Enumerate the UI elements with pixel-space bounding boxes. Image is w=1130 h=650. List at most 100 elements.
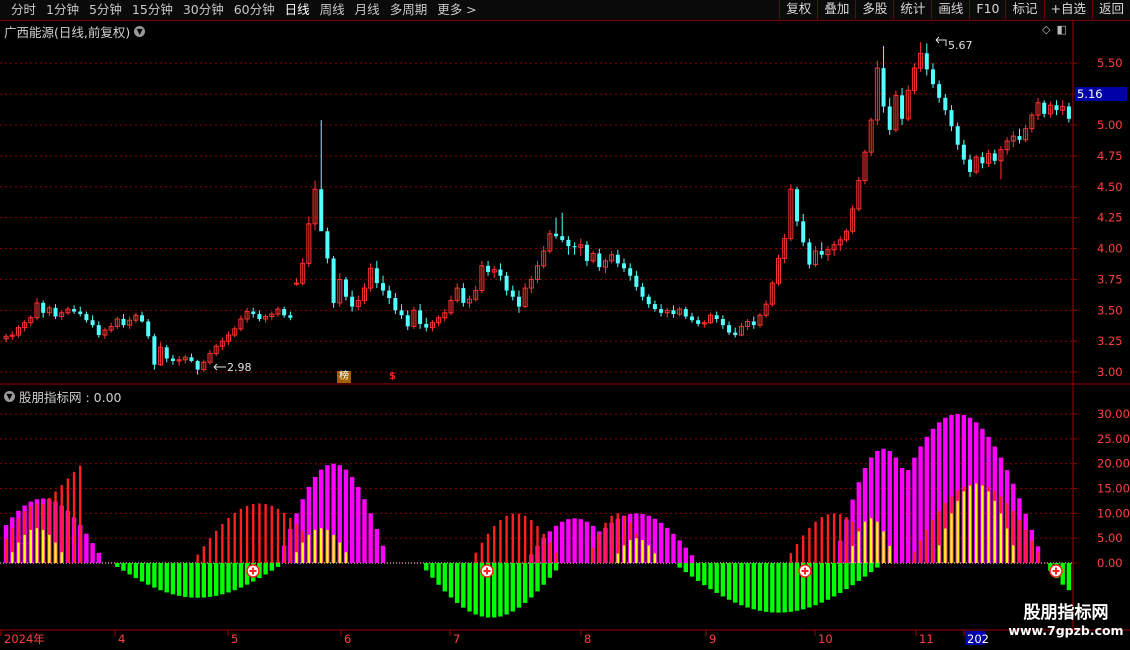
candle-body-down — [516, 296, 521, 307]
candle-body-down — [96, 325, 101, 336]
indicator-bar-red — [79, 465, 82, 563]
indicator-bar-red — [554, 552, 558, 563]
indicator-bar-green — [856, 563, 862, 581]
candle-body-down — [615, 254, 620, 264]
indicator-bar-red — [1018, 520, 1021, 563]
indicator-title: 股朋指标网 : 0.00 — [19, 390, 122, 405]
indicator-bar-yellow — [999, 513, 1003, 563]
indicator-bar-magenta — [899, 468, 905, 563]
candle-body-down — [795, 189, 800, 222]
dollar-badge[interactable]: $ — [389, 371, 396, 383]
rank-badge[interactable]: 榜 — [337, 371, 351, 383]
candle-body-down — [714, 315, 719, 319]
indicator-title-bar[interactable]: ▼ 股朋指标网 : 0.00 — [4, 387, 122, 406]
candle-body-down — [84, 314, 89, 321]
indicator-bar-green — [275, 563, 281, 567]
watermark: 股朋指标网 www.7gpzb.com — [1004, 603, 1128, 639]
chevron-down-icon[interactable]: ▼ — [4, 391, 15, 402]
indicator-bar-yellow — [307, 534, 311, 563]
main-y-tick-label: 3.50 — [1097, 303, 1123, 317]
indicator-bar-green — [183, 563, 188, 597]
indicator-bar-red — [499, 519, 502, 563]
indicator-bar-green — [695, 563, 701, 581]
candle-body-down — [393, 297, 398, 311]
indicator-bar-yellow — [48, 534, 51, 563]
candle-body-down — [689, 316, 694, 321]
indicator-bar-magenta — [96, 552, 101, 563]
candle-body-down — [696, 320, 701, 324]
indicator-bar-yellow — [54, 542, 57, 563]
candle-body-down — [572, 246, 577, 248]
candle-body-down — [498, 269, 503, 276]
indicator-bar-yellow — [851, 545, 854, 563]
indicator-bar-green — [220, 563, 225, 595]
indicator-bar-yellow — [641, 540, 644, 563]
indicator-bar-red — [4, 538, 8, 563]
indicator-bar-yellow — [888, 545, 891, 563]
indicator-bar-green — [226, 563, 231, 593]
indicator-bar-yellow — [326, 529, 329, 563]
indicator-bar-green — [782, 563, 787, 613]
x-axis-label: 8 — [584, 632, 591, 646]
indicator-bar-red — [60, 485, 63, 563]
indicator-bar-green — [733, 563, 738, 603]
indicator-y-tick-label: 10.00 — [1097, 506, 1130, 520]
indicator-bar-red — [814, 521, 817, 563]
indicator-bar-red — [604, 522, 607, 563]
indicator-bar-green — [146, 563, 151, 585]
candle-body-down — [1054, 105, 1059, 111]
stock-title-bar[interactable]: 广西能源(日线,前复权) ▼ — [4, 22, 146, 41]
candle-body-down — [1017, 136, 1022, 140]
candle-body-down — [751, 321, 756, 326]
indicator-bar-green — [115, 563, 120, 567]
indicator-bar-yellow — [332, 534, 335, 563]
candle-body-down — [41, 302, 46, 313]
indicator-bar-yellow — [956, 500, 959, 563]
indicator-bar-red — [795, 543, 799, 563]
indicator-bar-green — [201, 563, 207, 598]
indicator-y-tick-label: 30.00 — [1097, 407, 1130, 421]
indicator-bar-red — [845, 517, 848, 563]
candle-body-down — [727, 325, 732, 333]
main-y-tick-label: 4.75 — [1097, 149, 1123, 163]
indicator-bar-yellow — [975, 483, 978, 563]
diamond-icon[interactable]: ◇ — [1042, 23, 1050, 36]
low-arrow-icon — [213, 363, 226, 371]
indicator-bar-red — [1030, 540, 1034, 563]
indicator-bar-green — [751, 563, 756, 610]
indicator-bar-green — [683, 563, 689, 573]
indicator-bar-yellow — [857, 531, 861, 563]
indicator-bar-magenta — [572, 518, 577, 563]
candle-body-down — [510, 290, 515, 297]
candle-body-down — [325, 231, 330, 259]
candle-body-down — [140, 315, 145, 322]
indicator-bar-green — [522, 563, 528, 603]
indicator-bar-red — [245, 505, 249, 563]
chevron-down-icon[interactable]: ▼ — [134, 26, 146, 37]
window-toggle-icon[interactable]: ◧ — [1056, 23, 1066, 36]
indicator-y-tick-label: 15.00 — [1097, 482, 1130, 496]
candle-body-down — [486, 265, 491, 273]
indicator-y-tick-label: 5.00 — [1097, 531, 1123, 545]
indicator-bar-green — [875, 563, 880, 568]
indicator-bar-yellow — [962, 491, 966, 563]
candle-body-down — [399, 310, 404, 316]
indicator-bar-magenta — [689, 555, 695, 563]
indicator-bar-magenta — [84, 533, 89, 563]
main-y-tick-label: 5.00 — [1097, 118, 1123, 132]
indicator-bar-magenta — [90, 543, 95, 563]
candle-body-down — [343, 279, 348, 297]
indicator-bar-green — [510, 563, 515, 612]
indicator-bar-yellow — [320, 528, 323, 563]
indicator-bar-red — [66, 478, 70, 563]
candle-body-down — [900, 95, 905, 119]
high-annotation: 5.67 — [948, 39, 973, 52]
chart-canvas[interactable]: 5.505.255.004.754.504.254.003.753.503.25… — [0, 0, 1130, 650]
candle-body-down — [461, 288, 466, 303]
indicator-bar-red — [282, 512, 286, 563]
indicator-bar-magenta — [665, 527, 670, 563]
indicator-bar-yellow — [968, 485, 972, 563]
indicator-bar-yellow — [863, 521, 867, 563]
indicator-bar-magenta — [584, 521, 590, 563]
indicator-bar-magenta — [912, 457, 917, 563]
